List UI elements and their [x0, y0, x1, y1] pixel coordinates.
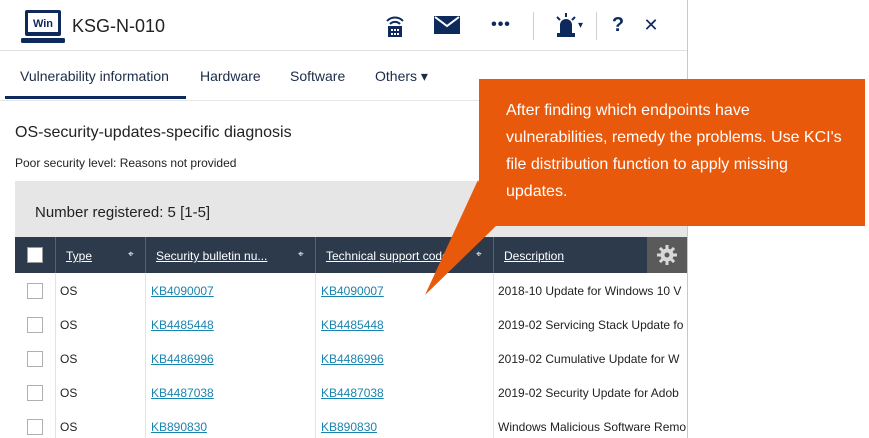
table-row[interactable]: OS KB4485448 KB4485448 2019-02 Servicing…: [15, 307, 687, 342]
support-code-link[interactable]: KB4486996: [321, 352, 384, 366]
tab-vulnerability-information[interactable]: Vulnerability information: [20, 68, 169, 84]
description-cell: Windows Malicious Software Remo: [498, 420, 686, 434]
table-row[interactable]: OS KB890830 KB890830 Windows Malicious S…: [15, 409, 687, 438]
close-icon[interactable]: ✕: [638, 12, 664, 38]
device-title: KSG-N-010: [72, 16, 166, 36]
type-cell: OS: [60, 318, 78, 332]
pin-icon[interactable]: ⌖: [298, 249, 304, 260]
active-tab-indicator: [5, 96, 186, 99]
more-icon[interactable]: •••: [486, 12, 516, 38]
description-cell: 2019-02 Security Update for Adob: [498, 386, 679, 400]
table-row[interactable]: OS KB4090007 KB4090007 2018-10 Update fo…: [15, 273, 687, 308]
column-header-bulletin[interactable]: Security bulletin nu...: [156, 249, 267, 263]
bulletin-link[interactable]: KB4485448: [151, 318, 214, 332]
column-divider: [493, 237, 494, 273]
type-cell: OS: [60, 386, 78, 400]
section-subtitle: Poor security level: Reasons not provide…: [15, 156, 237, 170]
type-cell: OS: [60, 284, 78, 298]
tab-software[interactable]: Software: [290, 68, 345, 84]
column-header-type[interactable]: Type: [66, 249, 92, 263]
table-row[interactable]: OS KB4486996 KB4486996 2019-02 Cumulativ…: [15, 341, 687, 376]
header-bar: Win KSG-N-010 ••• ▾ ? ✕: [0, 0, 687, 51]
header-divider: [596, 12, 597, 40]
table-row[interactable]: OS KB4487038 KB4487038 2019-02 Security …: [15, 375, 687, 410]
row-checkbox[interactable]: [27, 419, 43, 435]
registered-count: Number registered: 5 [1-5]: [35, 204, 211, 221]
row-checkbox[interactable]: [27, 317, 43, 333]
type-cell: OS: [60, 420, 78, 434]
tab-hardware[interactable]: Hardware: [200, 68, 261, 84]
column-divider: [145, 237, 146, 273]
column-divider: [315, 237, 316, 273]
chevron-down-icon: ▾: [577, 19, 584, 31]
row-checkbox[interactable]: [27, 283, 43, 299]
help-icon[interactable]: ?: [605, 12, 631, 38]
callout-text: After finding which endpoints have vulne…: [506, 102, 842, 200]
description-cell: 2018-10 Update for Windows 10 V: [498, 284, 682, 298]
select-all-checkbox[interactable]: [27, 247, 43, 263]
bulletin-link[interactable]: KB890830: [151, 420, 207, 434]
pin-icon[interactable]: ⌖: [128, 249, 134, 260]
gear-icon: [657, 245, 677, 265]
tab-others[interactable]: Others ▾: [375, 68, 428, 85]
alert-beacon-icon[interactable]: ▾: [552, 12, 586, 38]
section-title: OS-security-updates-specific diagnosis: [15, 124, 292, 141]
bulletin-link[interactable]: KB4090007: [151, 284, 214, 298]
header-divider: [533, 12, 534, 40]
mail-icon[interactable]: [434, 12, 460, 38]
row-checkbox[interactable]: [27, 385, 43, 401]
network-icon[interactable]: [382, 12, 408, 38]
bulletin-link[interactable]: KB4487038: [151, 386, 214, 400]
support-code-link[interactable]: KB4090007: [321, 284, 384, 298]
column-divider: [55, 237, 56, 273]
column-settings-button[interactable]: [647, 237, 687, 273]
column-header-description[interactable]: Description: [504, 249, 564, 263]
row-checkbox[interactable]: [27, 351, 43, 367]
description-cell: 2019-02 Servicing Stack Update fo: [498, 318, 684, 332]
description-cell: 2019-02 Cumulative Update for W: [498, 352, 680, 366]
logo-text: Win: [33, 18, 53, 30]
bulletin-link[interactable]: KB4486996: [151, 352, 214, 366]
column-header-support-code[interactable]: Technical support code: [326, 249, 449, 263]
windows-laptop-icon: Win: [21, 10, 65, 43]
support-code-link[interactable]: KB4487038: [321, 386, 384, 400]
pin-icon[interactable]: ⌖: [476, 249, 482, 260]
support-code-link[interactable]: KB890830: [321, 420, 377, 434]
type-cell: OS: [60, 352, 78, 366]
callout-box: After finding which endpoints have vulne…: [479, 79, 865, 226]
table-header: Type ⌖ Security bulletin nu... ⌖ Technic…: [15, 237, 687, 273]
support-code-link[interactable]: KB4485448: [321, 318, 384, 332]
